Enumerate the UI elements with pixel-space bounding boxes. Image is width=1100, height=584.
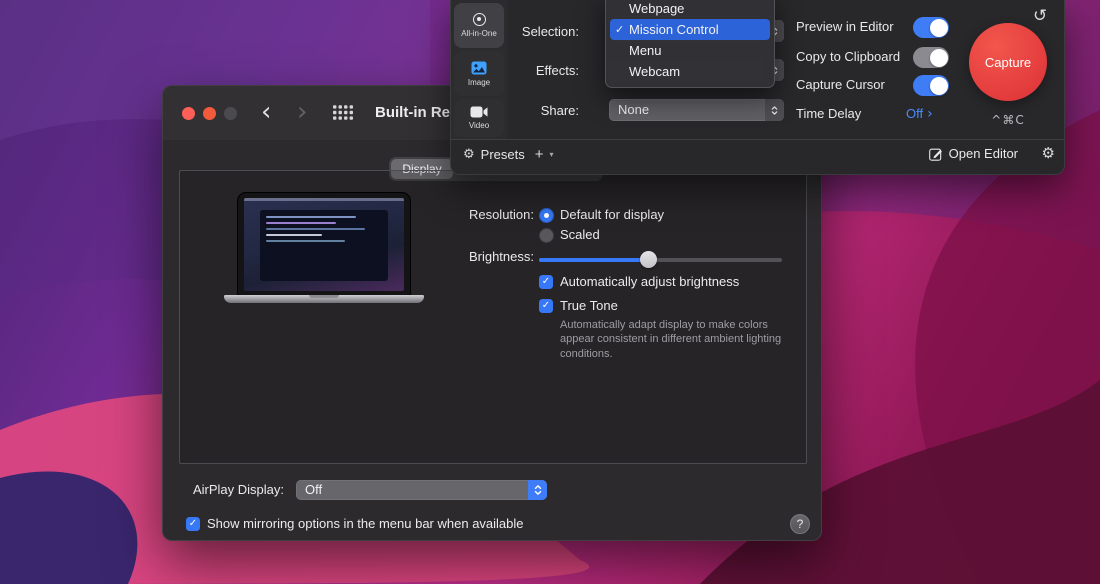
brightness-slider-fill — [539, 258, 648, 262]
airplay-display-value: Off — [305, 482, 322, 497]
add-preset-icon[interactable]: + — [535, 146, 544, 163]
show-mirroring-label: Show mirroring options in the menu bar w… — [207, 516, 524, 532]
true-tone-description: Automatically adapt display to make colo… — [560, 318, 782, 361]
radio-default-for-display[interactable] — [539, 208, 554, 223]
mode-label: Image — [468, 78, 490, 87]
dropdown-chevrons-icon — [765, 99, 784, 121]
show-mirroring-checkbox[interactable]: ✓ — [186, 517, 200, 531]
display-settings-panel: Resolution: Default for display Scaled B… — [179, 170, 807, 464]
effects-label: Effects: — [489, 63, 579, 79]
zoom-button[interactable] — [224, 107, 237, 120]
selection-dropdown-menu: Webpage ✓ Mission Control Menu Webcam — [605, 0, 775, 88]
presets-label: Presets — [481, 147, 525, 162]
checkmark-icon: ✓ — [542, 300, 550, 311]
menu-item-mission-control[interactable]: ✓ Mission Control — [610, 19, 770, 40]
capture-cursor-toggle[interactable] — [913, 75, 949, 96]
share-dropdown-value: None — [618, 102, 649, 117]
share-dropdown[interactable]: None — [609, 99, 784, 121]
airplay-display-popup[interactable]: Off — [296, 480, 547, 500]
checkmark-icon: ✓ — [189, 518, 197, 529]
airplay-display-label: AirPlay Display: — [181, 481, 284, 499]
selection-label: Selection: — [489, 24, 579, 40]
checkmark-icon: ✓ — [542, 276, 550, 287]
chevron-right-icon: › — [927, 106, 933, 122]
true-tone-checkbox[interactable]: ✓ — [539, 299, 553, 313]
capture-button-label: Capture — [985, 55, 1031, 70]
mode-label: Video — [469, 121, 489, 130]
capture-shortcut: ^⌘C — [959, 113, 1057, 127]
copy-to-clipboard-toggle[interactable] — [913, 47, 949, 68]
time-delay-text: Off — [906, 106, 923, 122]
caret-down-icon: ▾ — [550, 150, 554, 159]
show-all-grid-icon[interactable] — [333, 105, 353, 125]
desktop: ‹ › Built-in Retina Display Display — [0, 0, 1100, 584]
macbook-screen-content — [244, 198, 404, 291]
true-tone-label: True Tone — [560, 298, 618, 314]
presets-button[interactable]: ⚙ Presets + ▾ — [463, 146, 554, 163]
close-button[interactable] — [182, 107, 195, 120]
toggle-knob — [930, 49, 948, 67]
menu-item-menu[interactable]: Menu — [610, 40, 770, 61]
traffic-lights — [182, 107, 237, 120]
time-delay-value[interactable]: Off › — [906, 106, 933, 122]
open-editor-icon — [929, 147, 943, 161]
capture-cursor-label: Capture Cursor — [796, 77, 885, 93]
toggle-knob — [930, 19, 948, 37]
presets-gear-icon: ⚙ — [463, 147, 475, 162]
all-in-one-icon — [473, 13, 486, 26]
resolution-label: Resolution: — [410, 207, 534, 223]
open-editor-label: Open Editor — [949, 146, 1018, 161]
macbook-base — [224, 295, 424, 303]
footer-divider — [451, 139, 1064, 140]
forward-button[interactable]: › — [297, 98, 307, 126]
preview-in-editor-toggle[interactable] — [913, 17, 949, 38]
menu-item-label: Mission Control — [629, 22, 719, 37]
capture-button[interactable]: Capture — [969, 23, 1047, 101]
image-icon — [471, 61, 487, 75]
menu-item-label: Webpage — [629, 1, 684, 16]
radio-scaled-label: Scaled — [560, 227, 600, 243]
auto-brightness-label: Automatically adjust brightness — [560, 274, 739, 290]
reset-icon[interactable]: ↺ — [1033, 6, 1047, 26]
share-label: Share: — [489, 103, 579, 119]
copy-to-clipboard-label: Copy to Clipboard — [796, 49, 900, 65]
menu-item-webpage[interactable]: Webpage — [610, 0, 770, 19]
time-delay-label: Time Delay — [796, 106, 861, 122]
open-editor-button[interactable]: Open Editor — [929, 146, 1018, 161]
back-button[interactable]: ‹ — [261, 98, 271, 126]
checkmark-icon: ✓ — [615, 19, 624, 40]
brightness-slider[interactable] — [539, 251, 782, 268]
popup-chevrons-icon — [528, 480, 547, 500]
radio-default-label: Default for display — [560, 207, 664, 223]
menu-item-webcam[interactable]: Webcam — [610, 61, 770, 82]
menu-item-label: Menu — [629, 43, 662, 58]
toggle-knob — [930, 77, 948, 95]
macbook-screen — [238, 193, 410, 295]
radio-scaled[interactable] — [539, 228, 554, 243]
macbook-illustration — [224, 193, 424, 311]
auto-brightness-checkbox[interactable]: ✓ — [539, 275, 553, 289]
preview-in-editor-label: Preview in Editor — [796, 19, 894, 35]
help-button[interactable]: ? — [790, 514, 810, 534]
video-icon — [470, 106, 488, 118]
brightness-label: Brightness: — [410, 249, 534, 265]
brightness-slider-knob[interactable] — [640, 251, 657, 268]
menu-item-label: Webcam — [629, 64, 680, 79]
minimize-button[interactable] — [203, 107, 216, 120]
settings-gear-icon[interactable]: ⚙ — [1042, 144, 1055, 162]
